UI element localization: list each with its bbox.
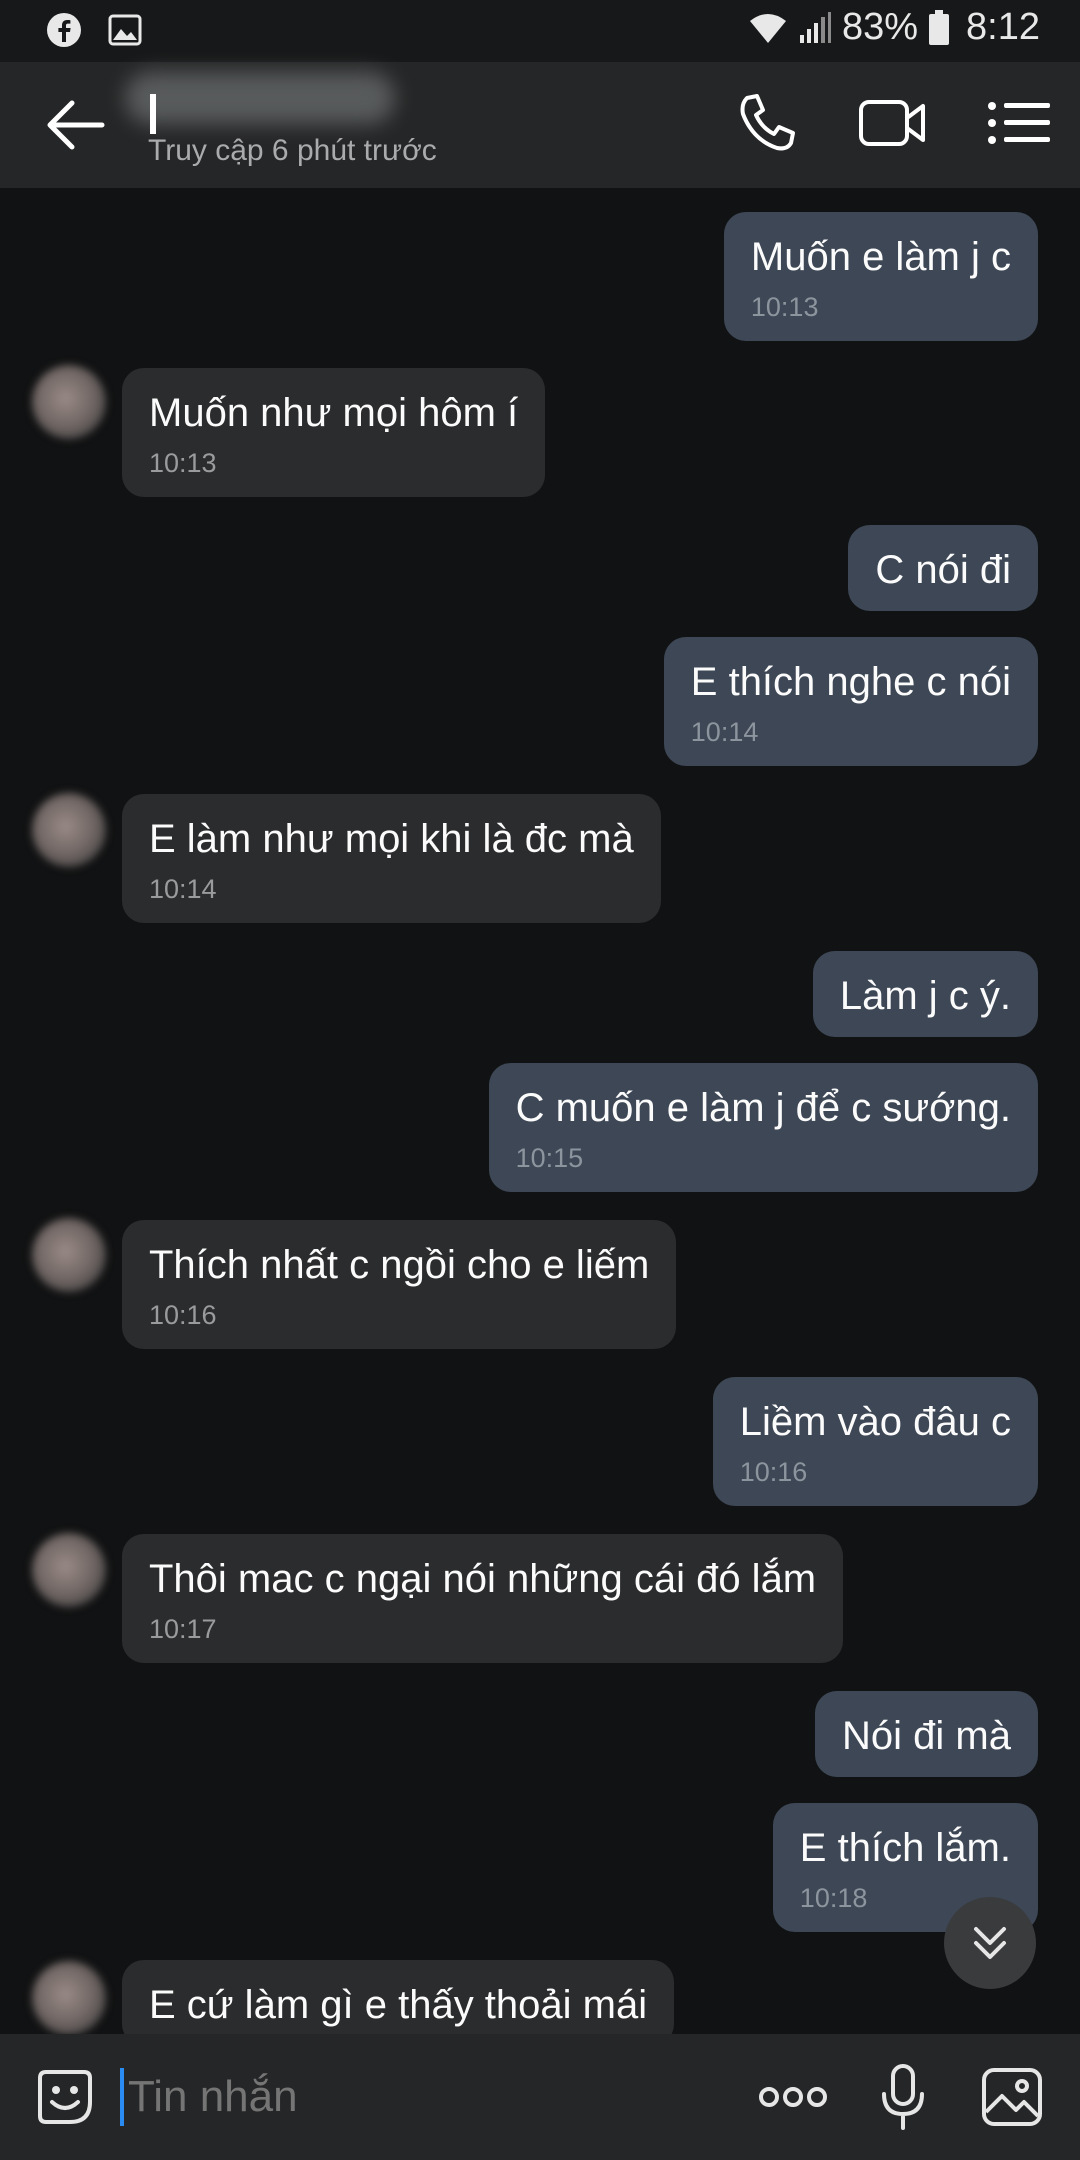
message-bubble-incoming[interactable]: E làm như mọi khi là đc mà 10:14 bbox=[122, 794, 661, 923]
message-text: Thích nhất c ngồi cho e liếm bbox=[149, 1243, 650, 1287]
video-call-icon[interactable] bbox=[857, 88, 927, 158]
contact-name-fragment bbox=[150, 94, 156, 134]
text-caret bbox=[120, 2068, 124, 2126]
phone-icon[interactable] bbox=[731, 88, 801, 158]
message-bubble-incoming[interactable]: E cứ làm gì e thấy thoải mái bbox=[122, 1960, 675, 2034]
clock: 8:12 bbox=[966, 6, 1040, 48]
chat-header: Truy cập 6 phút trước bbox=[0, 62, 1080, 188]
last-seen-status: Truy cập 6 phút trước bbox=[148, 134, 437, 167]
message-text: E thích nghe c nói bbox=[690, 660, 1011, 704]
microphone-icon[interactable] bbox=[878, 2062, 928, 2132]
message-text: Thôi mac c ngại nói những cái đó lắm bbox=[149, 1557, 817, 1601]
message-text: E thích lắm. bbox=[799, 1826, 1011, 1870]
message-bubble-outgoing[interactable]: Làm j c ý. bbox=[812, 951, 1038, 1037]
battery-icon bbox=[929, 9, 950, 45]
message-text: C muốn e làm j để c sướng. bbox=[515, 1086, 1011, 1130]
message-time: 10:15 bbox=[515, 1143, 584, 1173]
message-bubble-incoming[interactable]: Thích nhất c ngồi cho e liếm 10:16 bbox=[122, 1220, 677, 1349]
avatar[interactable] bbox=[32, 1533, 106, 1607]
message-bubble-incoming[interactable]: Muốn như mọi hôm í 10:13 bbox=[122, 368, 546, 497]
message-bubble-outgoing[interactable]: E thích nghe c nói 10:14 bbox=[663, 637, 1038, 766]
image-icon[interactable] bbox=[980, 2066, 1044, 2128]
message-bubble-outgoing[interactable]: Nói đi mà bbox=[815, 1691, 1038, 1777]
message-time: 10:16 bbox=[739, 1457, 808, 1487]
message-text: Làm j c ý. bbox=[839, 974, 1011, 1018]
signal-icon bbox=[799, 11, 831, 43]
gallery-icon bbox=[108, 14, 142, 46]
menu-icon[interactable] bbox=[984, 88, 1054, 158]
message-time: 10:13 bbox=[149, 448, 217, 478]
message-time: 10:13 bbox=[750, 292, 819, 322]
contact-name-blurred[interactable] bbox=[125, 72, 395, 124]
message-list[interactable]: Muốn e làm j c 10:13 Muốn như mọi hôm í … bbox=[0, 188, 1080, 2034]
avatar[interactable] bbox=[32, 1961, 106, 2034]
message-input-bar bbox=[0, 2034, 1080, 2160]
message-time: 10:14 bbox=[690, 717, 759, 747]
message-input[interactable] bbox=[128, 2072, 628, 2122]
message-bubble-incoming[interactable]: Thôi mac c ngại nói những cái đó lắm 10:… bbox=[122, 1534, 844, 1663]
sticker-icon[interactable] bbox=[34, 2066, 96, 2128]
message-time: 10:17 bbox=[149, 1614, 217, 1644]
status-bar: 83% 8:12 bbox=[0, 0, 1080, 62]
message-text: C nói đi bbox=[875, 548, 1011, 592]
more-icon[interactable] bbox=[758, 2082, 828, 2112]
scroll-to-bottom-button[interactable] bbox=[944, 1897, 1036, 1989]
message-text: E làm như mọi khi là đc mà bbox=[149, 817, 634, 861]
message-bubble-outgoing[interactable]: Liềm vào đâu c 10:16 bbox=[712, 1377, 1038, 1506]
message-text: Muốn e làm j c bbox=[750, 235, 1011, 279]
message-bubble-outgoing[interactable]: Muốn e làm j c 10:13 bbox=[723, 212, 1038, 341]
message-time: 10:14 bbox=[149, 874, 217, 904]
chevron-double-down-icon bbox=[974, 1927, 1006, 1959]
avatar[interactable] bbox=[32, 1218, 106, 1292]
message-text: Muốn như mọi hôm í bbox=[149, 391, 519, 435]
message-bubble-outgoing[interactable]: C nói đi bbox=[848, 525, 1038, 611]
message-time: 10:16 bbox=[149, 1300, 217, 1330]
facebook-icon bbox=[47, 13, 81, 47]
avatar[interactable] bbox=[32, 793, 106, 867]
wifi-icon bbox=[749, 13, 786, 43]
back-arrow-icon[interactable] bbox=[40, 92, 110, 158]
avatar[interactable] bbox=[32, 365, 106, 439]
message-text: E cứ làm gì e thấy thoải mái bbox=[149, 1983, 648, 2027]
message-text: Liềm vào đâu c bbox=[739, 1400, 1011, 1444]
message-bubble-outgoing[interactable]: C muốn e làm j để c sướng. 10:15 bbox=[488, 1063, 1038, 1192]
message-text: Nói đi mà bbox=[842, 1714, 1011, 1758]
battery-percentage: 83% bbox=[841, 6, 919, 48]
